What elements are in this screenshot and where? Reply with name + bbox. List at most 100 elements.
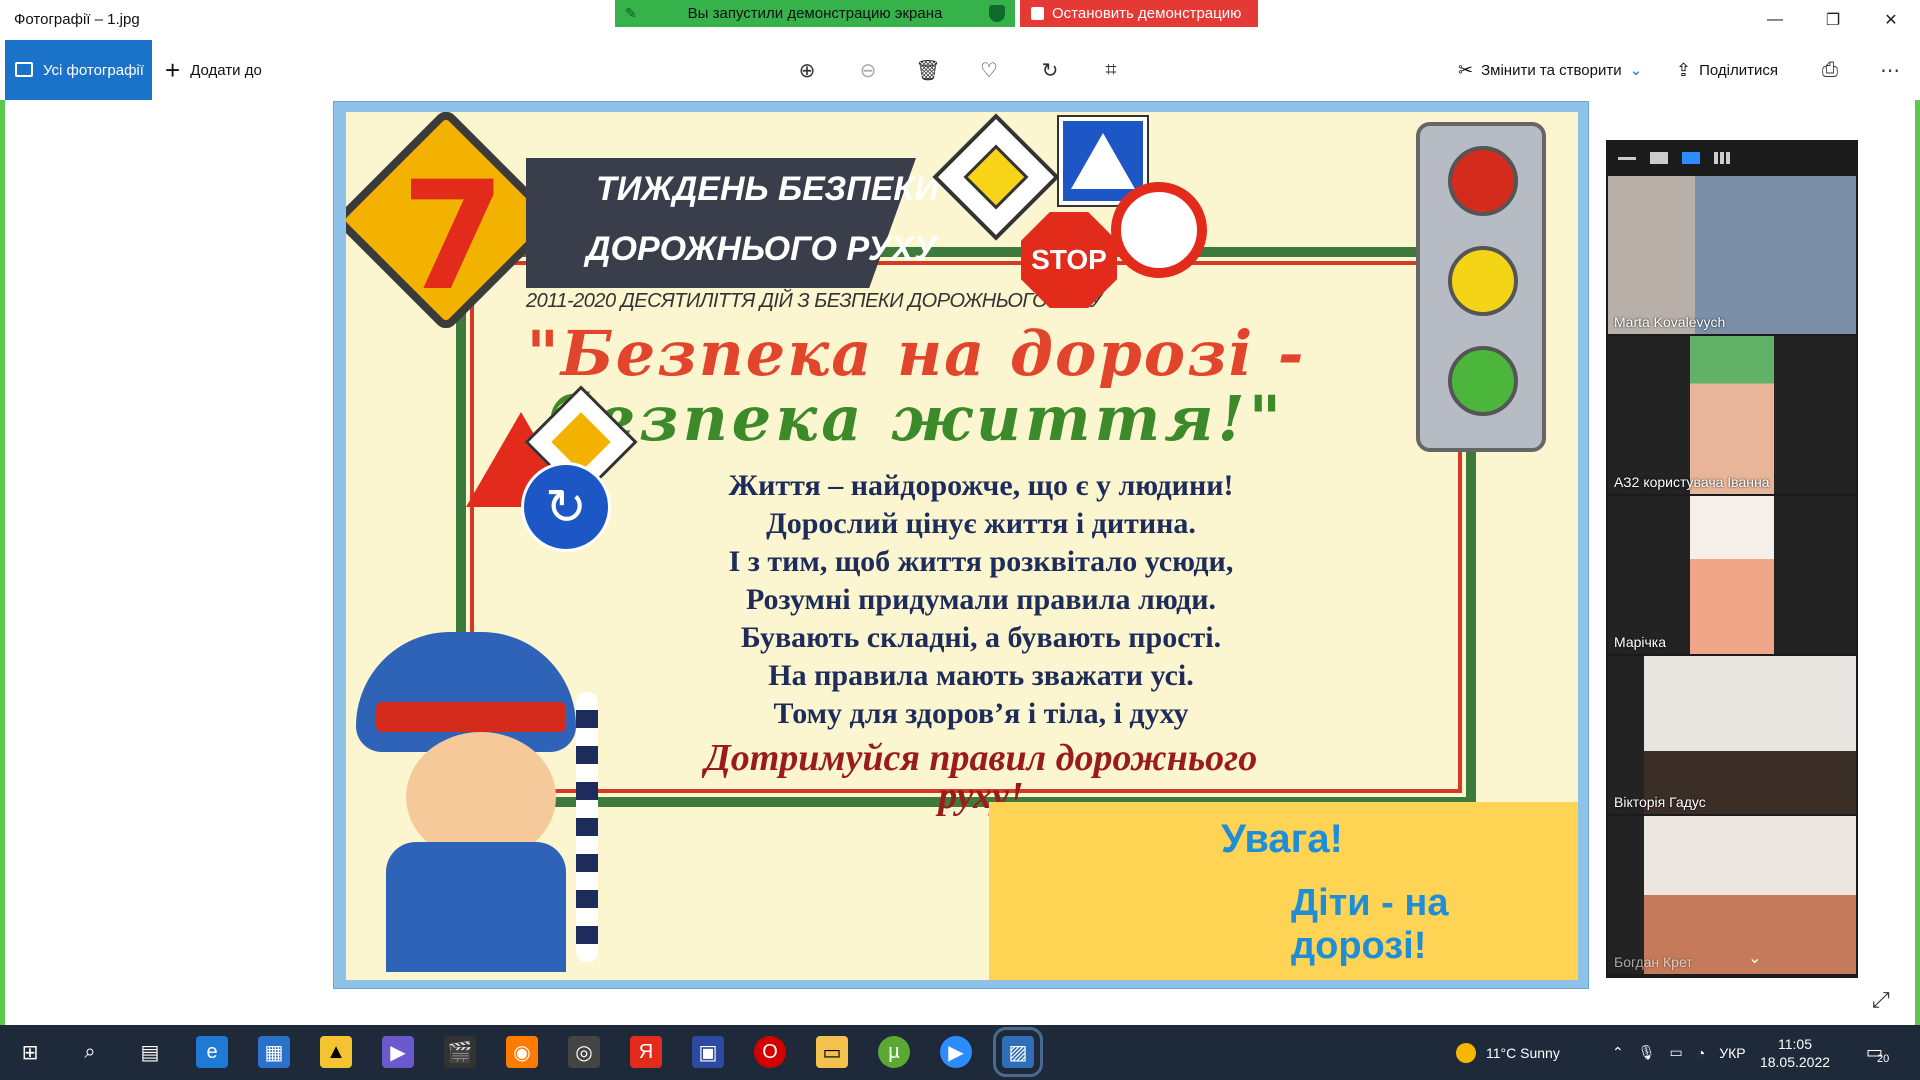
pdf-app-icon[interactable]: ◉: [506, 1036, 538, 1068]
opera-icon[interactable]: O: [754, 1036, 786, 1068]
clock-date: 18.05.2022: [1759, 1053, 1831, 1070]
rotate-icon[interactable]: ↻: [1033, 53, 1067, 87]
yandex-icon[interactable]: Я: [630, 1036, 662, 1068]
notification-count: 20: [1877, 1052, 1890, 1065]
strip-view-icon[interactable]: [1682, 152, 1700, 164]
close-button[interactable]: ✕: [1862, 0, 1920, 40]
clock-time: 11:05: [1778, 1035, 1812, 1052]
stop-sign-icon: STOP: [1021, 212, 1117, 308]
restore-button[interactable]: ❐: [1804, 0, 1862, 40]
attention-title: Увага!: [1221, 817, 1343, 861]
notifications-button[interactable]: ▭ 20: [1866, 1025, 1889, 1080]
poem-line-1: Життя – найдорожче, що є у людини!: [728, 469, 1234, 502]
participant-tile[interactable]: Вікторія Гадус: [1608, 656, 1856, 814]
fullscreen-icon[interactable]: ⤢: [1872, 987, 1890, 1013]
poem-line-3: І з тим, щоб життя розквітало усюди,: [728, 545, 1234, 578]
traffic-officer-illustration: [346, 632, 646, 972]
poster-number: 7: [401, 150, 506, 324]
search-icon[interactable]: ⌕: [74, 1036, 106, 1068]
edit-create-label: Змінити та створити: [1481, 61, 1622, 79]
poem-line-7: Тому для здоров’я і тіла, і духу: [773, 697, 1189, 730]
photo-icon: [15, 62, 33, 77]
sun-icon: [1456, 1042, 1476, 1063]
file-explorer-icon[interactable]: ▭: [816, 1036, 848, 1068]
triangle-app-icon[interactable]: ▲: [320, 1036, 352, 1068]
stop-share-button[interactable]: Остановить демонстрацию: [1020, 0, 1258, 27]
red-light-icon: [1448, 146, 1518, 216]
poem-line-4: Розумні придумали правила люди.: [745, 583, 1217, 616]
edge-icon[interactable]: e: [196, 1036, 228, 1068]
zoom-out-icon[interactable]: ⊖: [851, 53, 885, 87]
participant-video: [1690, 336, 1774, 494]
traffic-light: [1416, 122, 1546, 452]
poster-subline: 2011-2020 ДЕСЯТИЛІТТЯ ДІЙ З БЕЗПЕКИ ДОРО…: [526, 290, 1102, 312]
share-label: Поділитися: [1699, 61, 1778, 79]
print-icon[interactable]: ⎙: [1813, 53, 1847, 87]
poem: Життя – найдорожче, що є у людини! Дорос…: [681, 467, 1281, 815]
more-options-icon[interactable]: ⋯: [1873, 53, 1907, 87]
banner-line-1: ТИЖДЕНЬ БЕЗПЕКИ: [596, 170, 939, 208]
participant-tile[interactable]: Marta Kovalevych: [1608, 176, 1856, 334]
pen-icon[interactable]: ✎: [625, 5, 639, 21]
participant-tile[interactable]: АЗ2 користувача Іванна: [1608, 336, 1856, 494]
attention-subtitle: Діти - на дорозі!: [1291, 882, 1449, 967]
participant-video: [1608, 176, 1856, 334]
photos-icon[interactable]: ▨: [993, 1027, 1043, 1077]
participant-name: Вікторія Гадус: [1614, 794, 1706, 810]
battery-icon[interactable]: ▭: [1670, 1044, 1683, 1061]
speaker-view-icon[interactable]: [1650, 152, 1668, 164]
participant-name: Богдан Крет: [1614, 954, 1693, 970]
green-light-icon: [1448, 346, 1518, 416]
edit-create-button[interactable]: ✂ Змінити та створити ⌄: [1458, 40, 1642, 100]
no-overtaking-sign-icon: [1111, 182, 1207, 278]
screen-share-banner: ✎ Вы запустили демонстрацию экрана: [615, 0, 1015, 27]
participant-tile[interactable]: Марічка: [1608, 496, 1856, 654]
start-icon[interactable]: ⊞: [14, 1036, 46, 1068]
windows-taskbar: ⊞ ⌕ ▤ e ▦ ▲ ▶ 🎬 ◉ ◎ Я ▣ O ▭ µ ▶ ▨ 11°C S…: [0, 1025, 1920, 1080]
participant-tile[interactable]: Богдан Крет ⌄: [1608, 816, 1856, 974]
all-photos-button[interactable]: Усі фотографії: [5, 40, 152, 100]
participant-video: [1644, 656, 1856, 814]
heart-icon[interactable]: ♡: [972, 53, 1006, 87]
participant-name: Marta Kovalevych: [1614, 314, 1726, 330]
participant-name: Марічка: [1614, 634, 1667, 650]
poem-line-2: Дорослий цінує життя і дитина.: [766, 507, 1196, 540]
panel-view-controls: [1606, 140, 1858, 176]
save-app-icon[interactable]: ▣: [692, 1036, 724, 1068]
chevron-up-icon[interactable]: ⌃: [1612, 1044, 1624, 1061]
zoom-icon[interactable]: ▶: [940, 1036, 972, 1068]
chevron-down-icon[interactable]: ⌄: [1748, 948, 1761, 968]
language-indicator[interactable]: УКР: [1719, 1045, 1745, 1061]
participant-video: [1690, 496, 1774, 654]
camera-app-icon[interactable]: ◎: [568, 1036, 600, 1068]
crop-icon[interactable]: ⌗: [1094, 53, 1128, 87]
add-to-label: Додати до: [190, 61, 262, 79]
photos-toolbar: Усі фотографії + Додати до ⊕ ⊖ 🗑 ♡ ↻ ⌗ ✂…: [0, 40, 1920, 100]
minimize-panel-icon[interactable]: [1618, 156, 1636, 160]
gallery-view-icon[interactable]: [1714, 152, 1732, 164]
add-to-button[interactable]: + Додати до: [165, 40, 262, 100]
stop-share-label: Остановить демонстрацию: [1052, 5, 1242, 22]
weather-text: 11°C Sunny: [1486, 1044, 1560, 1061]
store-icon[interactable]: ▦: [258, 1036, 290, 1068]
media-player-icon[interactable]: ▶: [382, 1036, 414, 1068]
clapper-icon[interactable]: 🎬: [444, 1036, 476, 1068]
poster: 7 ТИЖДЕНЬ БЕЗПЕКИ ДОРОЖНЬОГО РУХУ 2011-2…: [346, 112, 1578, 980]
wifi-icon[interactable]: ◔: [1697, 1045, 1705, 1061]
share-button[interactable]: ⇪ Поділитися: [1676, 40, 1778, 100]
title-bar: Фотографії – 1.jpg ✎ Вы запустили демонс…: [0, 0, 1920, 40]
share-banner-text: Вы запустили демонстрацию экрана: [687, 5, 943, 22]
chevron-down-icon: ⌄: [1629, 62, 1643, 79]
all-photos-label: Усі фотографії: [43, 61, 144, 79]
clock[interactable]: 11:05 18.05.2022: [1752, 1025, 1838, 1080]
weather-widget[interactable]: 11°C Sunny: [1456, 1025, 1560, 1080]
zoom-in-icon[interactable]: ⊕: [790, 53, 824, 87]
participant-name: АЗ2 користувача Іванна: [1614, 474, 1770, 490]
minimize-button[interactable]: —: [1746, 0, 1804, 40]
delete-icon[interactable]: 🗑: [911, 53, 945, 87]
roundabout-sign-icon: ↻: [521, 462, 611, 552]
microphone-icon[interactable]: 🎙: [1638, 1044, 1656, 1061]
task-view-icon[interactable]: ▤: [134, 1036, 166, 1068]
headline-line-1: "Безпека на дорозі -: [526, 317, 1306, 390]
utorrent-icon[interactable]: µ: [878, 1036, 910, 1068]
